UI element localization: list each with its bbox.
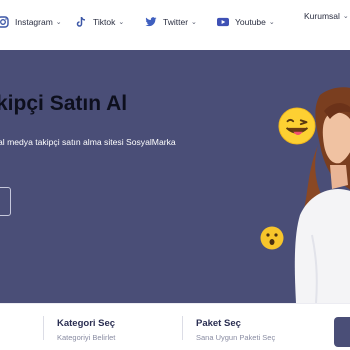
twitter-icon [145,16,157,28]
winking-tongue-emoji-icon [278,107,316,145]
tiktok-icon [75,16,87,28]
steps-bar: Kategori Seç Kategoriyi Belirlet Paket S… [0,303,350,350]
step-action-button[interactable] [334,317,350,347]
nav-tiktok-label: Tiktok [93,17,116,27]
nav-twitter[interactable]: Twitter ⌄ [145,13,197,31]
top-nav: Instagram ⌄ Tiktok ⌄ Twitter ⌄ Youtube ⌄ [0,0,350,50]
chevron-down-icon: ⌄ [342,13,349,20]
chevron-down-icon: ⌄ [268,19,275,26]
nav-twitter-label: Twitter [163,17,189,27]
nav-instagram[interactable]: Instagram ⌄ [0,13,62,31]
nav-youtube[interactable]: Youtube ⌄ [217,13,275,31]
nav-kurumsal[interactable]: Kurumsal ⌄ [304,11,349,21]
step-category-title: Kategori Seç [57,318,116,329]
page: Instagram ⌄ Tiktok ⌄ Twitter ⌄ Youtube ⌄ [0,0,350,350]
youtube-icon [217,16,229,28]
step-category-subtitle: Kategoriyi Belirlet [57,333,116,342]
chevron-down-icon: ⌄ [55,19,62,26]
surprised-emoji-icon [260,226,284,250]
hero-subtitle: al medya takipçi satın alma sitesi Sosya… [0,137,176,147]
step-package-title: Paket Seç [196,318,241,329]
hero-banner: kipçi Satın Al al medya takipçi satın al… [0,50,350,303]
step-category: Kategori Seç Kategoriyi Belirlet [57,318,115,342]
chevron-down-icon: ⌄ [191,19,197,26]
instagram-icon [0,16,9,28]
hero-button[interactable] [0,187,11,216]
chevron-down-icon: ⌄ [118,19,125,26]
nav-kurumsal-label: Kurumsal [304,11,340,21]
nav-youtube-label: Youtube [235,17,266,27]
divider [182,316,183,340]
nav-instagram-label: Instagram [15,17,53,27]
step-package: Paket Seç Sana Uygun Paketi Seç [196,318,275,342]
nav-tiktok[interactable]: Tiktok ⌄ [75,13,124,31]
hero-title: kipçi Satın Al [0,92,128,115]
step-package-subtitle: Sana Uygun Paketi Seç [196,333,276,342]
divider [43,316,44,340]
